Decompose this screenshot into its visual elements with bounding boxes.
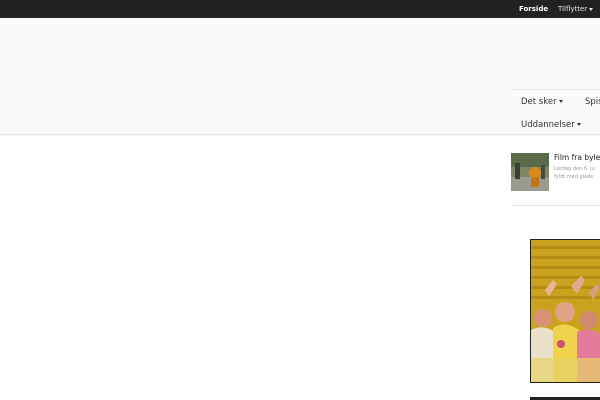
nav-item-label: Det sker [521, 97, 557, 107]
sidebar-divider [511, 205, 600, 206]
site-header [0, 18, 600, 135]
topbar-link-tilflytter[interactable]: Tilflytter [558, 0, 594, 18]
news-excerpt-line-2: fyldt med glade [554, 174, 594, 180]
topbar-link-home[interactable]: Forside [519, 0, 548, 18]
nav-item-label: Uddannelser [521, 120, 575, 130]
top-bar: Forside Tilflytter [0, 0, 600, 18]
chevron-down-icon [576, 123, 581, 126]
news-excerpt: Lørdag den 6. ju fyldt med glade [554, 165, 600, 181]
nav-item-spis[interactable]: Spis [585, 91, 600, 113]
chevron-down-icon [558, 100, 563, 103]
news-title[interactable]: Film fra byleb [554, 153, 600, 162]
nav-item-label: Spis [585, 97, 600, 107]
topbar-link-tilflytter-label: Tilflytter [558, 5, 588, 13]
event-photo[interactable] [531, 240, 600, 382]
main-navigation: Det sker Spis Uddannelser [511, 89, 600, 135]
chevron-down-icon [589, 7, 594, 11]
news-item[interactable]: Film fra byleb Lørdag den 6. ju fyldt me… [511, 153, 600, 191]
news-thumbnail[interactable] [511, 153, 549, 191]
nav-item-det-sker[interactable]: Det sker [521, 91, 563, 113]
nav-item-uddannelser[interactable]: Uddannelser [521, 114, 581, 135]
news-excerpt-line-1: Lørdag den 6. ju [554, 166, 595, 172]
news-thumbnail-image [511, 153, 549, 191]
event-photo-image [531, 240, 600, 382]
